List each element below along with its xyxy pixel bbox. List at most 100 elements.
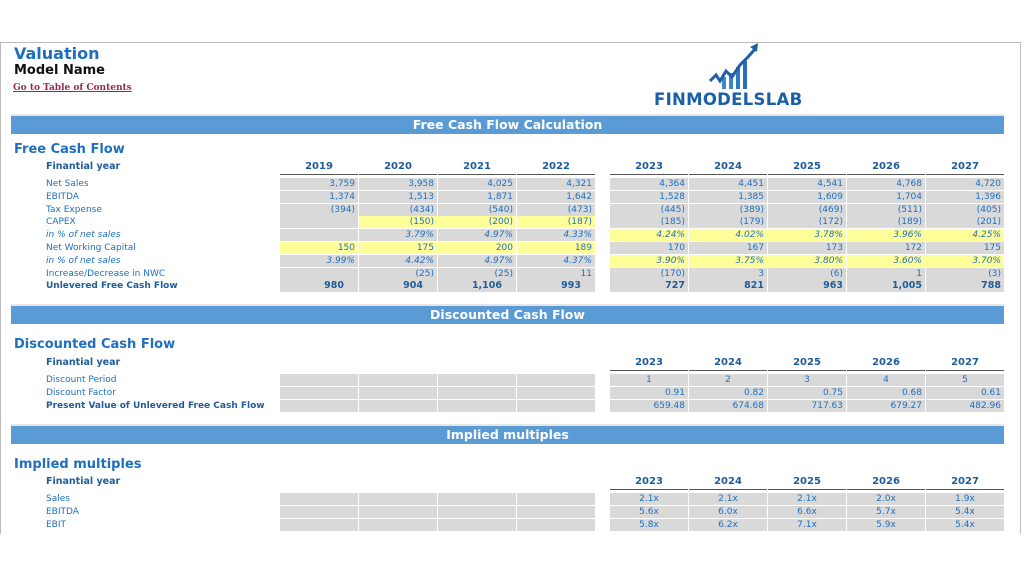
empty-cell [280, 506, 358, 518]
fcf-proj-year-header: 2025 [768, 161, 846, 175]
fcf-cell: 4,720 [926, 178, 1004, 190]
multiples-proj-year-header: 2026 [847, 476, 925, 490]
row-label: Discount Period [46, 375, 117, 385]
fcf-cell: (434) [359, 204, 437, 216]
fcf-cell: (394) [280, 204, 358, 216]
empty-cell [438, 519, 516, 531]
dcf-cell: 0.68 [847, 387, 925, 399]
fcf-cell: 1 [847, 268, 925, 280]
multiples-cell: 7.1x [768, 519, 846, 531]
fcf-band: Free Cash Flow Calculation [11, 116, 1004, 134]
empty-cell [359, 493, 437, 505]
dcf-proj-year-header: 2023 [610, 357, 688, 371]
fcf-cell: (172) [768, 216, 846, 228]
empty-cell [359, 400, 437, 412]
table-of-contents-link[interactable]: Go to Table of Contents [13, 83, 132, 93]
multiples-cell: 5.8x [610, 519, 688, 531]
empty-cell [280, 519, 358, 531]
fcf-cell: (25) [438, 268, 516, 280]
multiples-band: Implied multiples [11, 426, 1004, 444]
fcf-proj-year-header: 2027 [926, 161, 1004, 175]
multiples-proj-year-header: 2023 [610, 476, 688, 490]
multiples-cell: 2.1x [768, 493, 846, 505]
fcf-cell [280, 268, 358, 280]
empty-cell [517, 519, 595, 531]
multiples-cell: 5.9x [847, 519, 925, 531]
dcf-cell: 0.75 [768, 387, 846, 399]
fcf-cell [280, 216, 358, 228]
dcf-cell: 0.91 [610, 387, 688, 399]
fcf-cell: 175 [359, 242, 437, 254]
empty-cell [438, 374, 516, 386]
multiples-proj-year-header: 2024 [689, 476, 767, 490]
multiples-cell: 5.7x [847, 506, 925, 518]
empty-cell [517, 400, 595, 412]
dcf-cell: 659.48 [610, 400, 688, 412]
fcf-cell: (187) [517, 216, 595, 228]
empty-cell [438, 493, 516, 505]
growth-chart-icon [708, 43, 758, 89]
dcf-proj-year-header: 2024 [689, 357, 767, 371]
empty-cell [438, 387, 516, 399]
fcf-cell: 1,704 [847, 191, 925, 203]
fcf-cell: 980 [280, 280, 358, 292]
dcf-proj-year-header: 2025 [768, 357, 846, 371]
fcf-cell: (150) [359, 216, 437, 228]
multiples-proj-year-header: 2025 [768, 476, 846, 490]
empty-cell [438, 400, 516, 412]
fcf-cell: 170 [610, 242, 688, 254]
fcf-cell: 3,759 [280, 178, 358, 190]
empty-cell [280, 374, 358, 386]
fcf-cell: 3.96% [847, 229, 925, 241]
fcf-cell: 150 [280, 242, 358, 254]
multiples-cell: 5.4x [926, 506, 1004, 518]
fcf-cell: 1,106 [438, 280, 516, 292]
fcf-cell: 4.02% [689, 229, 767, 241]
fcf-cell: 1,513 [359, 191, 437, 203]
fcf-proj-year-header: 2023 [610, 161, 688, 175]
dcf-proj-year-header: 2027 [926, 357, 1004, 371]
fcf-cell: (540) [438, 204, 516, 216]
fcf-hist-year-header: 2021 [438, 161, 516, 175]
dcf-cell: 5 [926, 374, 1004, 386]
row-label: EBITDA [46, 192, 79, 202]
fcf-cell: 1,609 [768, 191, 846, 203]
fcf-cell: 4.42% [359, 255, 437, 267]
multiples-cell: 6.6x [768, 506, 846, 518]
finmodelslab-logo: FINMODELSLAB [654, 43, 829, 111]
fcf-cell: 1,005 [847, 280, 925, 292]
dcf-cell: 1 [610, 374, 688, 386]
row-label: in % of net sales [46, 230, 121, 240]
dcf-band: Discounted Cash Flow [11, 306, 1004, 324]
fcf-cell: 993 [517, 280, 595, 292]
fcf-proj-year-header: 2024 [689, 161, 767, 175]
fcf-cell: 175 [926, 242, 1004, 254]
empty-cell [359, 387, 437, 399]
dcf-cell: 0.61 [926, 387, 1004, 399]
row-label: Sales [46, 494, 70, 504]
fcf-cell: 3.79% [359, 229, 437, 241]
multiples-cell: 5.4x [926, 519, 1004, 531]
fcf-cell: 4.37% [517, 255, 595, 267]
dcf-cell: 0.82 [689, 387, 767, 399]
fcf-cell: 1,642 [517, 191, 595, 203]
multiples-financial-year-label: Finantial year [46, 476, 121, 487]
empty-cell [280, 387, 358, 399]
fcf-cell: 4.97% [438, 255, 516, 267]
fcf-cell: 3.70% [926, 255, 1004, 267]
empty-cell [359, 374, 437, 386]
dcf-cell: 674.68 [689, 400, 767, 412]
row-label: EBIT [46, 520, 67, 530]
fcf-cell: 4,364 [610, 178, 688, 190]
dcf-cell: 717.63 [768, 400, 846, 412]
empty-cell [517, 506, 595, 518]
fcf-cell: 172 [847, 242, 925, 254]
fcf-proj-year-header: 2026 [847, 161, 925, 175]
fcf-cell: 3.99% [280, 255, 358, 267]
fcf-cell: (473) [517, 204, 595, 216]
dcf-cell: 482.96 [926, 400, 1004, 412]
fcf-cell: 3.75% [689, 255, 767, 267]
fcf-cell: 1,871 [438, 191, 516, 203]
fcf-cell: 3.80% [768, 255, 846, 267]
fcf-section-title: Free Cash Flow [14, 142, 125, 157]
